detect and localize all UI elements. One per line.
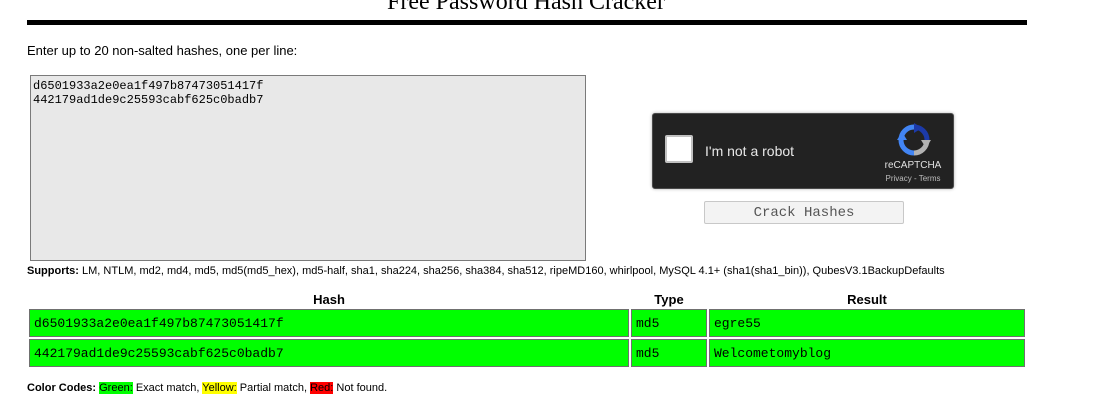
recaptcha-brand: reCAPTCHA <box>884 160 942 171</box>
results-table: Hash Type Result d6501933a2e0ea1f497b874… <box>27 289 1027 369</box>
supports-text: Supports: LM, NTLM, md2, md4, md5, md5(m… <box>27 265 945 277</box>
table-row: 442179ad1de9c25593cabf625c0badb7 md5 Wel… <box>29 339 1025 367</box>
instructions-text: Enter up to 20 non-salted hashes, one pe… <box>27 43 298 58</box>
recaptcha-privacy-terms[interactable]: Privacy - Terms <box>875 174 951 183</box>
recaptcha-label: I'm not a robot <box>705 143 795 159</box>
legend-yellow-swatch: Yellow: <box>202 382 237 394</box>
type-cell: md5 <box>631 339 707 367</box>
legend-yellow-desc: Partial match, <box>239 382 308 394</box>
supports-label: Supports: <box>27 265 79 277</box>
legend-red-swatch: Red: <box>310 382 334 394</box>
legend-green-desc: Exact match, <box>135 382 200 394</box>
color-codes-label: Color Codes: <box>27 382 97 394</box>
recaptcha-widget: I'm not a robot reCAPTCHA Privacy - Term… <box>652 113 954 189</box>
page-title: Free Password Hash Cracker <box>387 0 665 15</box>
title-divider <box>27 20 1027 25</box>
hash-input[interactable] <box>30 75 586 261</box>
recaptcha-logo-icon <box>897 123 931 156</box>
column-header-hash: Hash <box>313 291 345 307</box>
color-codes-legend: Color Codes: Green: Exact match, Yellow:… <box>27 382 387 394</box>
results-header-row: Hash Type Result <box>29 291 1025 307</box>
hash-cell: d6501933a2e0ea1f497b87473051417f <box>29 309 629 337</box>
recaptcha-checkbox[interactable] <box>665 135 693 163</box>
crack-hashes-button[interactable]: Crack Hashes <box>704 201 904 224</box>
column-header-result: Result <box>847 291 887 307</box>
column-header-type: Type <box>654 291 684 307</box>
legend-green-swatch: Green: <box>99 382 133 394</box>
table-row: d6501933a2e0ea1f497b87473051417f md5 egr… <box>29 309 1025 337</box>
type-cell: md5 <box>631 309 707 337</box>
hash-cell: 442179ad1de9c25593cabf625c0badb7 <box>29 339 629 367</box>
result-cell: Welcometomyblog <box>709 339 1025 367</box>
supports-list: LM, NTLM, md2, md4, md5, md5(md5_hex), m… <box>82 265 945 277</box>
result-cell: egre55 <box>709 309 1025 337</box>
legend-red-desc: Not found. <box>336 382 388 394</box>
